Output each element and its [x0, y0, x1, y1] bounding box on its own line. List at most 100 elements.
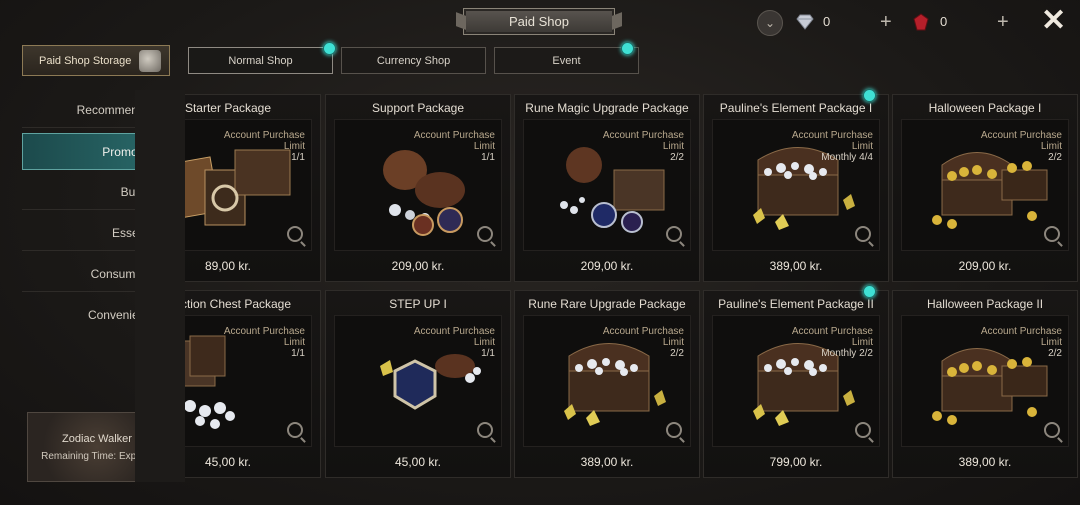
- limit-word: Limit: [283, 141, 305, 152]
- magnifier-icon[interactable]: [666, 422, 682, 438]
- purchase-limit: Account Purchase Limit 1/1: [414, 326, 495, 359]
- product-price: 209,00 kr.: [958, 259, 1012, 273]
- product-name: Halloween Package I: [928, 101, 1042, 115]
- magnifier-icon[interactable]: [666, 226, 682, 242]
- magnifier-icon[interactable]: [287, 226, 303, 242]
- product-image: Account Purchase Limit 2/2: [901, 315, 1069, 447]
- tab-label: Currency Shop: [376, 54, 451, 67]
- product-name: Rune Rare Upgrade Package: [528, 297, 686, 311]
- limit-type: Account Purchase: [980, 326, 1062, 337]
- limit-type: Account Purchase: [413, 326, 495, 337]
- close-icon: ✕: [1041, 4, 1067, 37]
- notification-dot: [863, 89, 876, 102]
- product-name: Pauline's Element Package II: [718, 297, 874, 311]
- purchase-limit: Account Purchase Limit 1/1: [414, 130, 495, 163]
- product-card[interactable]: Support Package Account Purchase Limit 1/1 2…: [325, 94, 511, 282]
- limit-word: Limit: [473, 141, 495, 152]
- limit-type: Account Purchase: [602, 130, 684, 141]
- limit-type: Account Purchase: [602, 326, 684, 337]
- storage-label: Paid Shop Storage: [39, 54, 132, 67]
- scroll-clip-mask: [135, 90, 185, 482]
- limit-count: 1/1: [291, 152, 305, 163]
- tab-currency-shop[interactable]: Currency Shop: [341, 47, 486, 74]
- storage-icon: [139, 50, 161, 72]
- product-price: 389,00 kr.: [580, 455, 634, 469]
- product-name: Support Package: [371, 101, 465, 115]
- add-currency-b-button[interactable]: +: [997, 12, 1009, 32]
- product-name: STEP UP I: [389, 297, 447, 311]
- magnifier-icon[interactable]: [477, 422, 493, 438]
- add-currency-a-button[interactable]: +: [880, 12, 892, 32]
- limit-type: Account Purchase: [413, 130, 495, 141]
- purchase-limit: Account Purchase Limit Monthly 4/4: [792, 130, 873, 163]
- limit-word: Limit: [283, 337, 305, 348]
- product-price: 209,00 kr.: [391, 259, 445, 273]
- limit-count: 1/1: [481, 152, 495, 163]
- product-price: 389,00 kr.: [769, 259, 823, 273]
- limit-count: 2/2: [1048, 348, 1062, 359]
- purchase-limit: Account Purchase Limit 1/1: [224, 326, 305, 359]
- limit-word: Limit: [851, 141, 873, 152]
- tab-label: Event: [552, 54, 581, 67]
- product-image: Account Purchase Limit 1/1: [334, 119, 502, 251]
- limit-count: 1/1: [481, 348, 495, 359]
- limit-count: 2/2: [1048, 152, 1062, 163]
- notification-dot: [621, 42, 634, 55]
- product-card[interactable]: Pauline's Element Package I Account Purch…: [703, 89, 889, 282]
- limit-word: Limit: [851, 337, 873, 348]
- product-image: Account Purchase Limit 2/2: [901, 119, 1069, 251]
- collapse-button[interactable]: ⌄: [757, 10, 783, 36]
- purchase-limit: Account Purchase Limit Monthly 2/2: [792, 326, 873, 359]
- limit-word: Limit: [1040, 141, 1062, 152]
- limit-word: Limit: [473, 337, 495, 348]
- purchase-limit: Account Purchase Limit 1/1: [224, 130, 305, 163]
- red-gem-icon: [911, 12, 931, 32]
- limit-word: Limit: [1040, 337, 1062, 348]
- limit-count: 1/1: [291, 348, 305, 359]
- currency-b-value: 0: [940, 14, 948, 29]
- product-card[interactable]: Halloween Package I Account Purchase Limit…: [892, 94, 1078, 282]
- magnifier-icon[interactable]: [855, 226, 871, 242]
- notification-dot: [863, 285, 876, 298]
- product-price: 209,00 kr.: [580, 259, 634, 273]
- limit-word: Limit: [662, 337, 684, 348]
- magnifier-icon[interactable]: [477, 226, 493, 242]
- limit-type: Account Purchase: [223, 326, 305, 337]
- chevron-down-icon: ⌄: [764, 16, 776, 30]
- tab-event[interactable]: Event: [494, 42, 639, 74]
- product-card[interactable]: Halloween Package II Account Purchase Limi…: [892, 290, 1078, 478]
- product-card[interactable]: Rune Magic Upgrade Package Account Purcha…: [514, 94, 700, 282]
- purchase-limit: Account Purchase Limit 2/2: [603, 130, 684, 163]
- product-price: 45,00 kr.: [394, 455, 442, 469]
- product-card[interactable]: Pauline's Element Package II Account Purc…: [703, 285, 889, 478]
- limit-count: Monthly 2/2: [821, 348, 873, 359]
- product-card[interactable]: STEP UP I Account Purchase Limit 1/1 45,00 k…: [325, 290, 511, 478]
- paid-shop-storage-button[interactable]: Paid Shop Storage: [22, 45, 170, 76]
- product-card[interactable]: Rune Rare Upgrade Package Account Purchas…: [514, 290, 700, 478]
- limit-type: Account Purchase: [223, 130, 305, 141]
- close-button[interactable]: ✕: [1041, 6, 1066, 36]
- product-image: Account Purchase Limit 1/1: [334, 315, 502, 447]
- tab-label: Normal Shop: [228, 54, 293, 67]
- limit-count: 2/2: [670, 348, 684, 359]
- product-image: Account Purchase Limit 2/2: [523, 119, 691, 251]
- notification-dot: [323, 42, 336, 55]
- limit-type: Account Purchase: [980, 130, 1062, 141]
- limit-count: Monthly 4/4: [821, 152, 873, 163]
- magnifier-icon[interactable]: [1044, 226, 1060, 242]
- purchase-limit: Account Purchase Limit 2/2: [603, 326, 684, 359]
- tab-normal-shop[interactable]: Normal Shop: [188, 42, 336, 74]
- product-name: Pauline's Element Package I: [719, 101, 873, 115]
- limit-word: Limit: [662, 141, 684, 152]
- zodiac-name: Zodiac Walker: [62, 432, 132, 445]
- purchase-limit: Account Purchase Limit 2/2: [981, 130, 1062, 163]
- product-name: Rune Magic Upgrade Package: [525, 101, 689, 115]
- product-name: Halloween Package II: [926, 297, 1044, 311]
- magnifier-icon[interactable]: [1044, 422, 1060, 438]
- magnifier-icon[interactable]: [855, 422, 871, 438]
- limit-count: 2/2: [670, 152, 684, 163]
- page-title: Paid Shop: [463, 8, 615, 35]
- product-image: Account Purchase Limit Monthly 2/2: [712, 315, 880, 447]
- currency-a-value: 0: [823, 14, 831, 29]
- magnifier-icon[interactable]: [287, 422, 303, 438]
